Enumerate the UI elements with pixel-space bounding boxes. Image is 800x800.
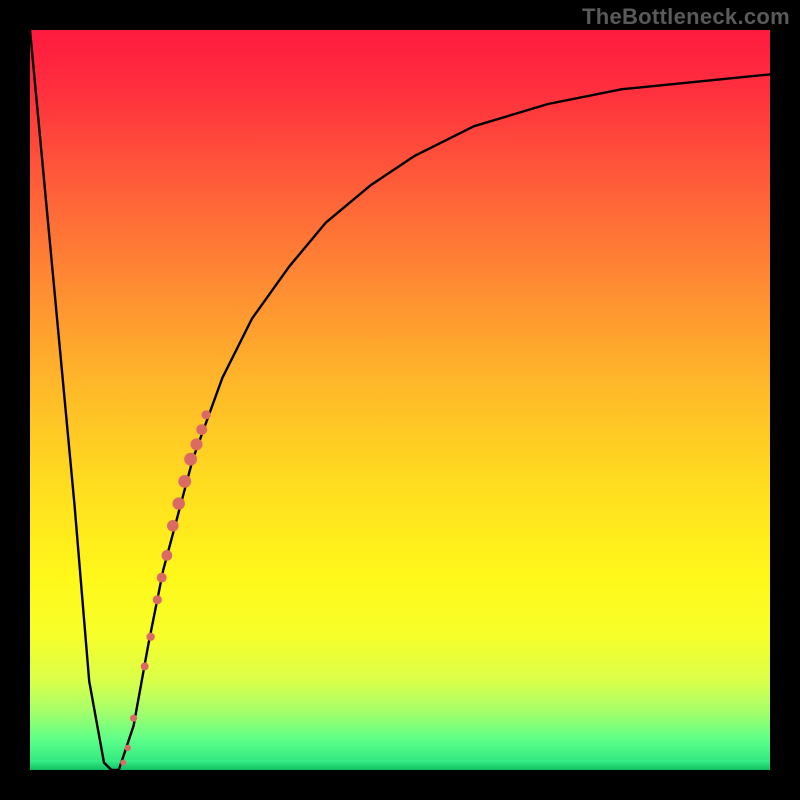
highlight-point [202, 410, 211, 419]
highlight-point [173, 497, 185, 509]
bottleneck-curve-path [30, 30, 770, 770]
chart-svg [30, 30, 770, 770]
highlight-point [157, 573, 167, 583]
chart-frame: TheBottleneck.com [0, 0, 800, 800]
highlight-point [167, 520, 179, 532]
highlight-point [130, 715, 137, 722]
highlight-point [184, 453, 197, 466]
highlight-point [120, 760, 126, 766]
highlight-markers-group [120, 410, 211, 765]
watermark-text: TheBottleneck.com [582, 4, 790, 30]
highlight-point [141, 662, 149, 670]
highlight-point [178, 475, 191, 488]
plot-area [30, 30, 770, 770]
highlight-point [162, 550, 173, 561]
highlight-point [153, 595, 162, 604]
highlight-point [146, 633, 154, 641]
highlight-point [125, 745, 131, 751]
highlight-point [196, 424, 207, 435]
highlight-point [191, 438, 203, 450]
